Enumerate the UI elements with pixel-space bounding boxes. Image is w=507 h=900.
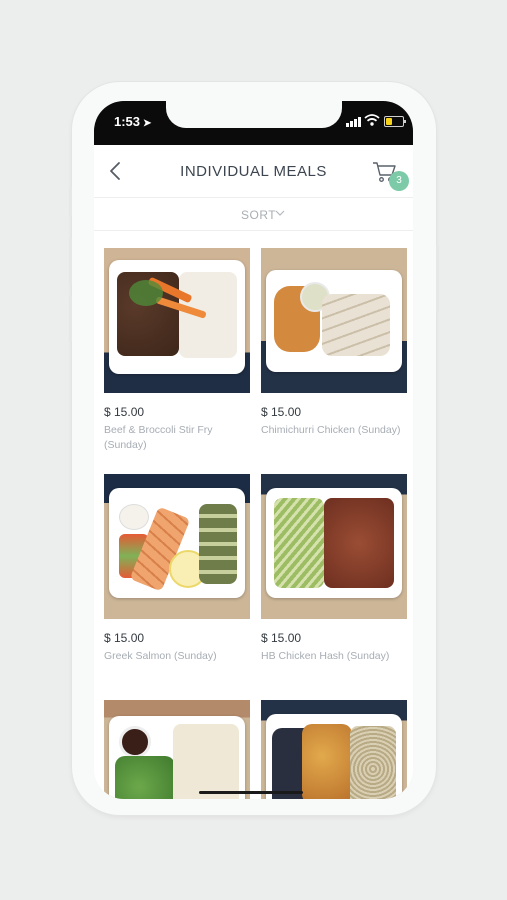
meal-card[interactable] [104, 700, 250, 799]
meal-name: Greek Salmon (Sunday) [104, 650, 217, 662]
chevron-down-icon [275, 210, 285, 216]
mute-switch [69, 188, 72, 216]
meal-price: $ 15.00 [104, 405, 145, 419]
meal-price: $ 15.00 [104, 631, 145, 645]
volume-down-button [69, 296, 72, 342]
meal-card[interactable]: $ 15.00 HB Chicken Hash (Sunday) [261, 474, 407, 662]
meal-photo [261, 248, 407, 393]
notch [166, 101, 342, 128]
nav-bar: INDIVIDUAL MEALS 3 [94, 145, 413, 197]
meal-name: Beef & Broccoli Stir Fry (Sunday) [104, 424, 213, 451]
power-button [436, 245, 439, 313]
signal-icon [346, 117, 361, 127]
meal-grid: $ 15.00 Beef & Broccoli Stir Fry (Sunday… [94, 234, 413, 799]
home-indicator[interactable] [199, 791, 303, 794]
meal-photo [261, 700, 407, 799]
sort-divider [94, 230, 413, 231]
meal-card[interactable]: $ 15.00 Beef & Broccoli Stir Fry (Sunday… [104, 248, 250, 451]
meal-card[interactable] [261, 700, 407, 799]
meal-photo [104, 248, 250, 393]
meal-photo [261, 474, 407, 619]
meal-name: HB Chicken Hash (Sunday) [261, 650, 390, 662]
meal-card[interactable]: $ 15.00 Greek Salmon (Sunday) [104, 474, 250, 662]
meal-name: Chimichurri Chicken (Sunday) [261, 424, 401, 436]
app-screen: 1:53 ➤ INDIVIDUAL MEALS 3 SORT $ 15.00 B… [94, 101, 413, 799]
sort-label: SORT [241, 208, 277, 222]
battery-icon [384, 116, 406, 127]
meal-photo [104, 700, 250, 799]
meal-photo [104, 474, 250, 619]
meal-price: $ 15.00 [261, 631, 302, 645]
sort-dropdown[interactable]: SORT [94, 198, 413, 230]
page-title: INDIVIDUAL MEALS [180, 163, 327, 180]
wifi-icon [364, 114, 380, 126]
volume-up-button [69, 238, 72, 284]
meal-card[interactable]: $ 15.00 Chimichurri Chicken (Sunday) [261, 248, 407, 436]
status-bar: 1:53 ➤ [94, 101, 413, 145]
location-arrow-icon: ➤ [143, 118, 152, 129]
cart-count-badge[interactable]: 3 [389, 171, 409, 191]
status-time: 1:53 ➤ [114, 114, 152, 129]
meal-price: $ 15.00 [261, 405, 302, 419]
